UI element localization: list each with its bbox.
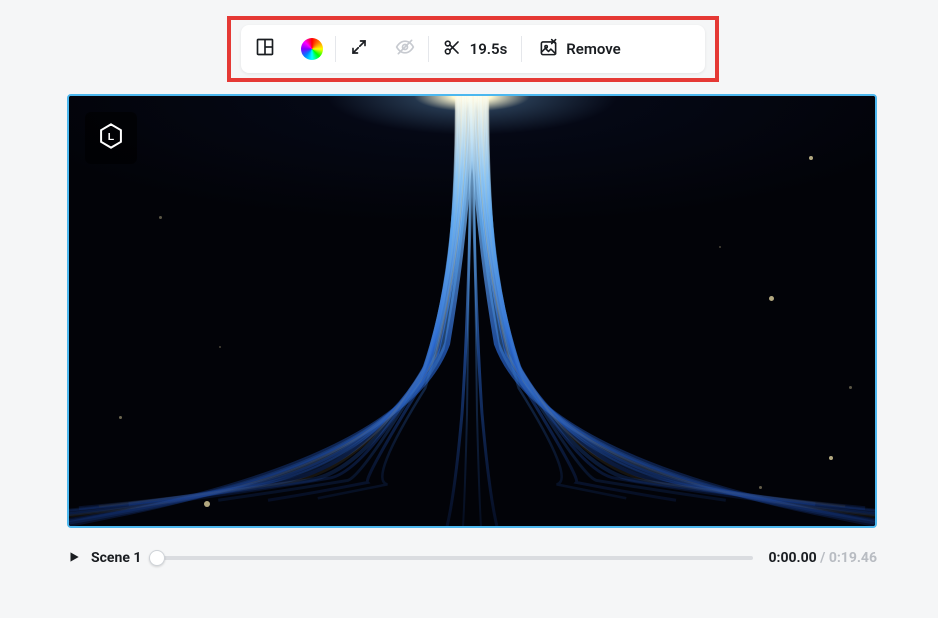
time-current: 0:00.00 [769,550,817,566]
scene-label: Scene 1 [91,550,141,566]
layout-icon [255,37,275,61]
progress-track[interactable] [157,556,752,560]
svg-text:L: L [108,131,115,143]
trim-button[interactable]: 19.5s [429,25,521,73]
layout-button[interactable] [241,25,289,73]
remove-button[interactable]: Remove [522,25,638,73]
trim-duration-label: 19.5s [470,40,508,58]
video-preview-image [69,96,875,526]
expand-button[interactable] [336,25,382,73]
play-button[interactable] [67,549,81,568]
scissors-icon [443,38,462,61]
expand-icon [350,38,368,60]
eye-off-icon [395,37,415,61]
remove-image-icon [539,38,558,61]
visibility-button[interactable] [382,25,428,73]
hexagon-logo-icon: L [97,122,125,154]
time-separator: / [817,550,829,566]
time-total: 0:19.46 [829,550,877,566]
remove-label: Remove [566,40,621,58]
time-display: 0:00.00 / 0:19.46 [769,550,878,566]
color-button[interactable] [289,25,335,73]
color-wheel-icon [301,38,323,60]
editor-toolbar: 19.5s Remove [241,25,705,73]
logo-badge: L [85,112,137,164]
progress-handle[interactable] [149,550,165,566]
player-bar: Scene 1 0:00.00 / 0:19.46 [67,543,877,573]
play-icon [67,549,81,568]
video-canvas[interactable]: L [67,94,877,528]
